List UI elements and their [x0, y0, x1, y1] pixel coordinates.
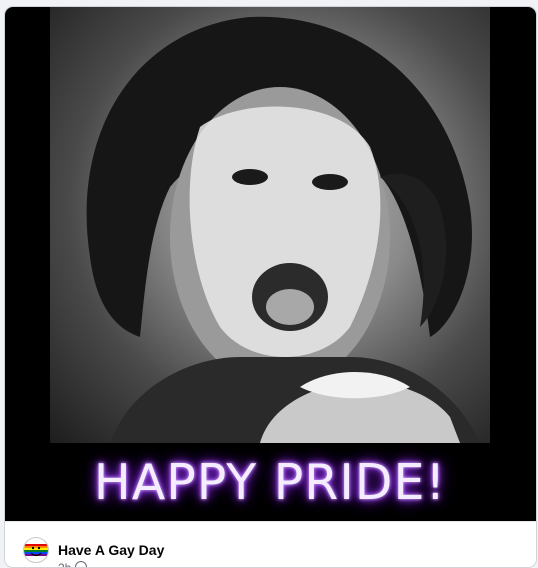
post-timestamp-link[interactable]: 2h [58, 561, 71, 567]
post-photo[interactable] [50, 7, 490, 443]
author-name-link[interactable]: Have A Gay Day [58, 542, 164, 558]
post-card: HAPPY PRIDE! Have A Gay Day 2h [4, 6, 537, 568]
photo-illustration [86, 16, 480, 443]
globe-icon[interactable] [75, 561, 88, 567]
post-media[interactable]: HAPPY PRIDE! [5, 7, 536, 521]
post-meta: 2h [58, 561, 88, 567]
pride-caption: HAPPY PRIDE! [93, 453, 447, 511]
rainbow-smiley-logo-icon[interactable] [23, 537, 49, 563]
avatar-graphic [24, 544, 48, 557]
caption-band: HAPPY PRIDE! [50, 443, 490, 521]
